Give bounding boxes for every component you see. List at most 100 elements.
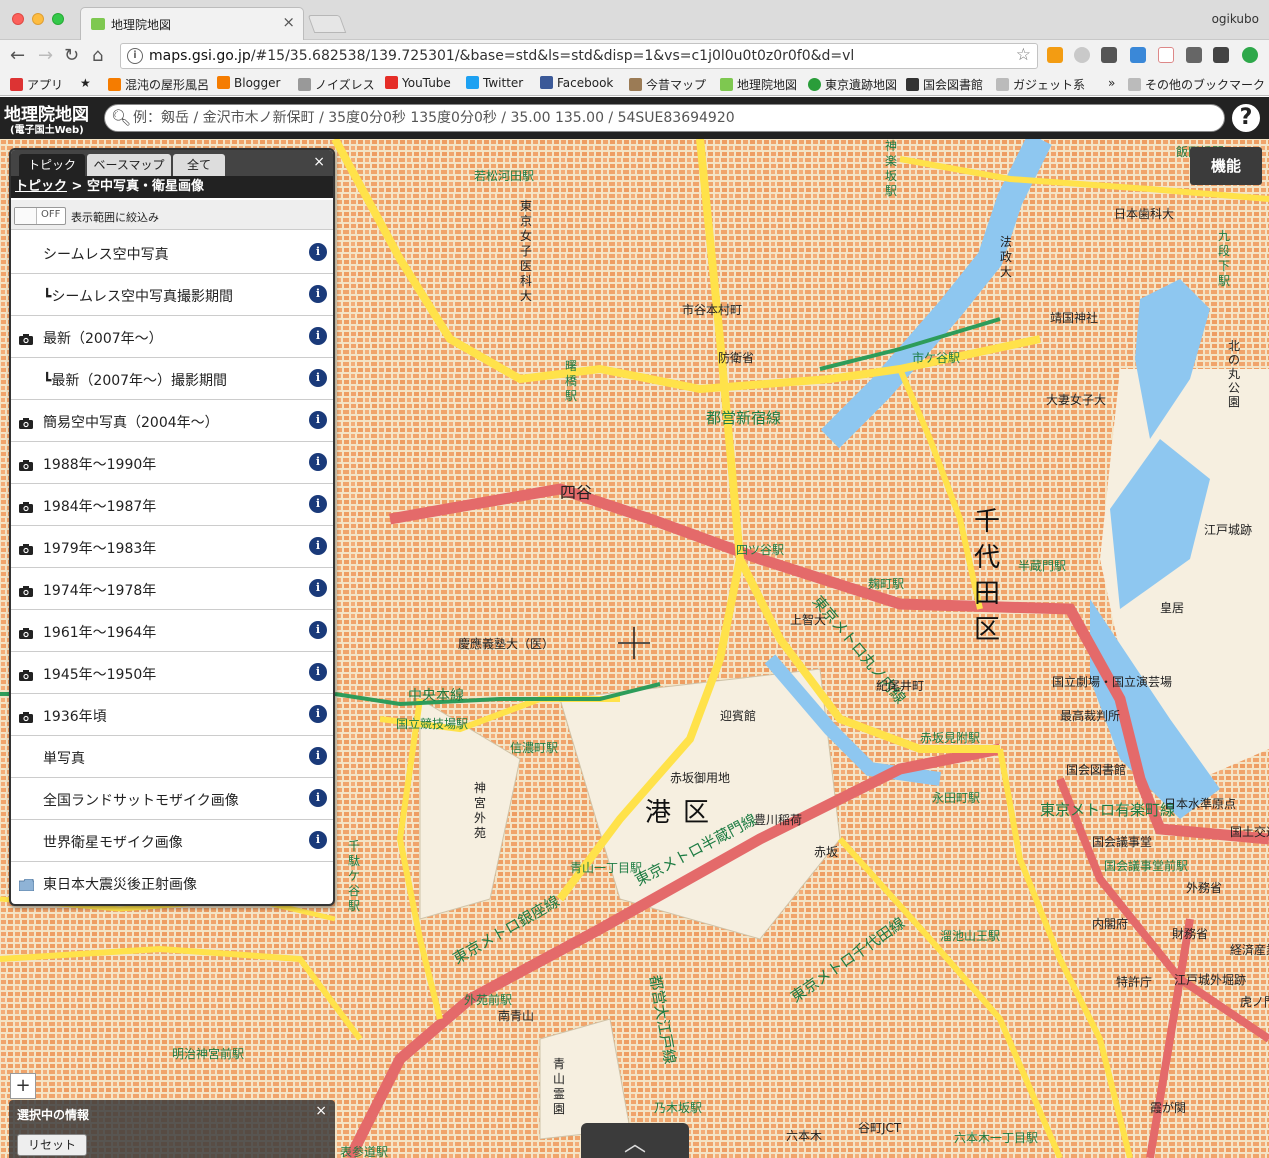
info-icon[interactable]: i [309,327,327,345]
bookmark-item[interactable]: 混沌の屋形風呂 [108,76,209,93]
layer-item[interactable]: ┗シームレス空中写真撮影期間 i [11,274,333,316]
bookmark-item[interactable]: 地理院地図 [720,76,797,93]
home-icon[interactable]: ⌂ [92,45,103,66]
layer-item[interactable]: 1984年～1987年 i [11,484,333,526]
layer-item[interactable]: 世界衛星モザイク画像 i [11,820,333,862]
close-window-button[interactable] [12,13,24,25]
bookmark-item[interactable]: YouTube [385,76,451,90]
info-icon[interactable]: i [309,411,327,429]
shield-extension-icon[interactable] [1213,47,1229,63]
bookmark-apps[interactable]: アプリ [10,76,63,93]
bookmark-item[interactable]: 東京遺跡地図 [808,76,897,93]
bookmark-item[interactable]: 国会図書館 [906,76,983,93]
map-label-place: 上智大 [790,613,827,627]
cloud-extension-icon[interactable] [1074,47,1090,63]
info-icon[interactable]: i [309,495,327,513]
reload-icon[interactable]: ↻ [64,45,79,66]
search-icon[interactable]: 🔍︎ [111,108,131,127]
layer-item[interactable]: 1974年～1978年 i [11,568,333,610]
minimize-window-button[interactable] [32,13,44,25]
bookmark-item[interactable]: 今昔マップ [629,76,706,93]
blogger-extension-icon[interactable] [1047,47,1063,63]
search-box[interactable]: 🔍︎ [104,104,1225,132]
layer-item[interactable]: 全国ランドサットモザイク画像 i [11,778,333,820]
info-icon[interactable]: i [309,453,327,471]
info-icon[interactable]: i [309,621,327,639]
translate-extension-icon[interactable] [1130,47,1146,63]
expand-bottom-panel-button[interactable]: ︿ [581,1123,689,1158]
map-label-place: 財務省 [1172,927,1209,941]
zoom-in-button[interactable]: + [10,1073,36,1099]
bookmarks-overflow-icon[interactable]: » [1108,76,1115,90]
info-icon[interactable]: i [309,243,327,261]
bookmark-star-icon[interactable]: ★ [80,76,91,90]
layer-item[interactable]: 1936年頃 i [11,694,333,736]
info-icon[interactable]: i [309,369,327,387]
layer-item[interactable]: ┗最新（2007年～）撮影期間 i [11,358,333,400]
info-icon[interactable]: i [309,789,327,807]
layer-item[interactable]: 東日本大震災後正射画像 [11,862,333,904]
reset-button[interactable]: リセット [17,1134,87,1156]
map-label-station: 青山一丁目駅 [570,861,643,875]
info-icon[interactable]: i [309,537,327,555]
bookmark-item[interactable]: Blogger [217,76,280,90]
browser-tab[interactable]: 地理院地図 × [80,7,304,40]
info-icon[interactable]: i [309,285,327,303]
back-arrow-icon[interactable]: ← [10,45,25,66]
tab-basemap[interactable]: ベースマップ [87,154,171,176]
bookmark-folder-other[interactable]: その他のブックマーク [1128,76,1265,93]
site-info-icon[interactable]: i [127,48,143,64]
close-icon[interactable]: × [313,154,325,170]
bookmark-item[interactable]: ノイズレス [298,76,375,93]
breadcrumb-current: 空中写真・衛星画像 [86,179,204,194]
layer-item-label: 1988年～1990年 [43,457,157,473]
tab-all[interactable]: 全て [173,154,225,176]
map-label-place: 神宮外苑 [474,781,487,840]
maximize-window-button[interactable] [52,13,64,25]
map-label-place: 国会図書館 [1066,763,1127,777]
pocket-extension-icon[interactable] [1101,47,1117,63]
info-icon[interactable]: i [309,747,327,765]
info-icon[interactable]: i [309,579,327,597]
bookmark-item[interactable]: Twitter [466,76,523,90]
layer-item-label: 東日本大震災後正射画像 [43,877,197,893]
close-icon[interactable]: × [315,1103,327,1119]
puzzle-extension-icon[interactable] [1186,47,1202,63]
update-extension-icon[interactable] [1242,47,1258,63]
layer-item[interactable]: 最新（2007年～） i [11,316,333,358]
forward-arrow-icon[interactable]: → [38,45,53,66]
map-label-place: 慶應義塾大（医） [458,637,555,651]
map-label-station: 溜池山王駅 [940,929,1001,943]
profile-name[interactable]: ogikubo [1212,12,1259,26]
filter-toggle[interactable]: OFF [14,207,66,225]
pdf-extension-icon[interactable] [1158,47,1174,63]
layer-item-label: 世界衛星モザイク画像 [43,835,183,851]
address-bar[interactable]: i maps.gsi.go.jp/#15/35.682538/139.72530… [120,43,1038,69]
bookmark-folder[interactable]: ガジェット系 [996,76,1085,93]
layer-item[interactable]: 1945年～1950年 i [11,652,333,694]
layer-item-label: 全国ランドサットモザイク画像 [43,793,239,809]
layer-item[interactable]: 単写真 i [11,736,333,778]
tab-close-icon[interactable]: × [282,13,295,31]
new-tab-button[interactable] [307,15,347,33]
layer-item-label: 1961年～1964年 [43,625,157,641]
info-icon[interactable]: i [309,663,327,681]
gsi-header: 地理院地図 (電子国土Web) 🔍︎ ? [0,97,1269,139]
layer-item-label: 最新（2007年～） [43,331,163,347]
bookmark-item[interactable]: Facebook [540,76,613,90]
help-button[interactable]: ? [1230,102,1262,134]
search-input[interactable] [133,107,1213,129]
breadcrumb-root-link[interactable]: トピック [15,179,67,194]
bookmark-star-icon[interactable]: ☆ [1016,45,1031,65]
tab-topic[interactable]: トピック [19,154,85,176]
layer-item[interactable]: 1979年～1983年 i [11,526,333,568]
layer-item[interactable]: 1961年～1964年 i [11,610,333,652]
info-icon[interactable]: i [309,831,327,849]
info-icon[interactable]: i [309,705,327,723]
layer-item[interactable]: シームレス空中写真 i [11,232,333,274]
layer-item-label: ┗最新（2007年～）撮影期間 [43,373,228,389]
layer-item[interactable]: 1988年～1990年 i [11,442,333,484]
layer-item[interactable]: 簡易空中写真（2004年～） i [11,400,333,442]
functions-button[interactable]: 機能 [1190,147,1262,185]
toggle-state: OFF [41,209,61,220]
